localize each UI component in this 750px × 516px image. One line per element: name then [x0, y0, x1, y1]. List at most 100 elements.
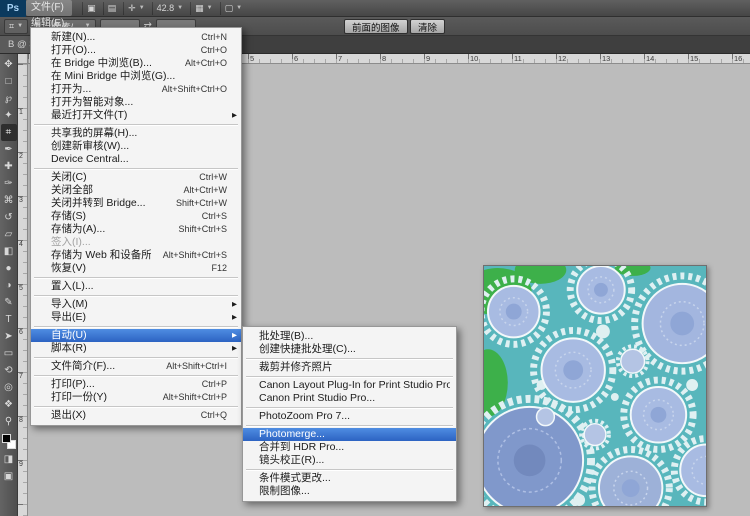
menu-item[interactable]: 退出(X)Ctrl+Q [31, 409, 241, 422]
menu-item[interactable]: 存储为 Web 和设备所用格式(D)...Alt+Shift+Ctrl+S [31, 249, 241, 262]
ruler-number: 11 [514, 54, 522, 63]
menu-item[interactable]: 置入(L)... [31, 280, 241, 293]
quick-mask-button[interactable]: ◨ [1, 451, 17, 468]
menu-item[interactable]: 文件简介(F)...Alt+Shift+Ctrl+I [31, 360, 241, 373]
menu-item[interactable]: 在 Mini Bridge 中浏览(G)... [31, 70, 241, 83]
hand-tool-icon[interactable]: ❖ [1, 396, 17, 413]
submenu-arrow-icon: ▶ [232, 109, 237, 122]
menu-item[interactable]: 恢复(V)F12 [31, 262, 241, 275]
menu-item-label: Device Central... [51, 153, 129, 166]
path-selection-tool-icon[interactable]: ➤ [1, 328, 17, 345]
bridge-icon[interactable]: ▣ [82, 2, 100, 15]
tool-preset-picker[interactable]: ⌗ ▼ [4, 19, 28, 34]
menu-item[interactable]: 关闭(C)Ctrl+W [31, 171, 241, 184]
menu-item[interactable]: 打开为智能对象... [31, 96, 241, 109]
foreground-color-swatch[interactable] [2, 434, 11, 443]
menu-item[interactable]: 镜头校正(R)... [243, 454, 456, 467]
menu-item-label: 创建快捷批处理(C)... [259, 343, 356, 356]
menu-item[interactable]: Canon Layout Plug-In for Print Studio Pr… [243, 379, 456, 392]
menu-item[interactable]: 创建快捷批处理(C)... [243, 343, 456, 356]
document-image[interactable] [483, 265, 707, 507]
dodge-tool-icon[interactable]: ◑ [1, 277, 17, 294]
menu-item-label: 创建新审核(W)... [51, 140, 129, 153]
menu-item[interactable]: Device Central... [31, 153, 241, 166]
ruler-number: 13 [602, 54, 610, 63]
ruler-number: 8 [19, 417, 23, 424]
menu-item-label: 导出(E) [51, 311, 86, 324]
menu-item-shortcut: Ctrl+Q [189, 409, 227, 422]
menu-item[interactable]: 创建新审核(W)... [31, 140, 241, 153]
ruler-number: 7 [19, 373, 23, 380]
move-tool-icon[interactable]: ✥ [1, 56, 17, 73]
menu-item[interactable]: 批处理(B)... [243, 330, 456, 343]
3d-rotate-tool-icon[interactable]: ⟲ [1, 362, 17, 379]
menu-item[interactable]: 关闭并转到 Bridge...Shift+Ctrl+W [31, 197, 241, 210]
pen-tool-icon[interactable]: ✎ [1, 294, 17, 311]
ruler-number: 3 [19, 197, 23, 204]
minibridge-icon[interactable]: ▤ [103, 2, 121, 15]
menu-item[interactable]: 打印一份(Y) Alt+Shift+Ctrl+P [31, 391, 241, 404]
crop-tool-icon[interactable]: ⌗ [1, 124, 17, 141]
front-image-button[interactable]: 前面的图像 [344, 19, 408, 34]
healing-brush-tool-icon[interactable]: ✚ [1, 158, 17, 175]
menu-item[interactable]: 新建(N)...Ctrl+N [31, 31, 241, 44]
menu-item[interactable]: 自动(U)▶ [31, 329, 241, 342]
menu-item[interactable]: 最近打开文件(T)▶ [31, 109, 241, 122]
brush-tool-icon[interactable]: ✑ [1, 175, 17, 192]
quick-selection-tool-icon[interactable]: ✦ [1, 107, 17, 124]
menu-item-label: 恢复(V) [51, 262, 86, 275]
menu-item-shortcut: Shift+Ctrl+W [164, 197, 227, 210]
menu-item[interactable]: Photomerge... [243, 428, 456, 441]
application-bar: ▣▤✛▼42.8▼▦▼ ▢▼ [82, 0, 246, 16]
menu-item[interactable]: 脚本(R)▶ [31, 342, 241, 355]
menu-item[interactable]: 限制图像... [243, 485, 456, 498]
menu-item-shortcut: Ctrl+W [187, 171, 227, 184]
3d-object-tool-icon[interactable]: ◎ [1, 379, 17, 396]
arrange-documents-icon[interactable]: ▦▼ [190, 2, 216, 15]
menu-item-label: 打开为... [51, 83, 91, 96]
menu-item[interactable]: 导入(M)▶ [31, 298, 241, 311]
zoom-level-field[interactable]: 42.8▼ [152, 2, 187, 15]
menubar-menu-0[interactable]: 文件(F) [26, 0, 72, 16]
menu-item[interactable]: PhotoZoom Pro 7... [243, 410, 456, 423]
lasso-tool-icon[interactable]: ℘ [1, 90, 17, 107]
menu-item[interactable]: 打印(P)...Ctrl+P [31, 378, 241, 391]
menu-item[interactable]: 共享我的屏幕(H)... [31, 127, 241, 140]
screen-mode-icon[interactable]: ▢▼ [220, 2, 246, 15]
ruler-number: 9 [426, 54, 430, 63]
clear-button[interactable]: 清除 [410, 19, 445, 34]
menu-item-shortcut: Alt+Shift+Ctrl+P [151, 391, 227, 404]
menu-item[interactable]: 打开(O)...Ctrl+O [31, 44, 241, 57]
menu-item[interactable]: 关闭全部Alt+Ctrl+W [31, 184, 241, 197]
menu-item-label: 批处理(B)... [259, 330, 313, 343]
eyedropper-tool-icon[interactable]: ✒ [1, 141, 17, 158]
menu-item[interactable]: 打开为...Alt+Shift+Ctrl+O [31, 83, 241, 96]
menu-item-label: 共享我的屏幕(H)... [51, 127, 137, 140]
screen-mode-button[interactable]: ▣ [1, 468, 17, 485]
menu-item-shortcut: Alt+Ctrl+O [173, 57, 227, 70]
submenu-arrow-icon: ▶ [232, 329, 237, 342]
menu-item[interactable]: 存储为(A)...Shift+Ctrl+S [31, 223, 241, 236]
blur-tool-icon[interactable]: ● [1, 260, 17, 277]
marquee-tool-icon[interactable]: □ [1, 73, 17, 90]
menu-item[interactable]: 存储(S)Ctrl+S [31, 210, 241, 223]
gradient-tool-icon[interactable]: ◧ [1, 243, 17, 260]
menu-item[interactable]: 导出(E)▶ [31, 311, 241, 324]
menu-item[interactable]: 裁剪并修齐照片 [243, 361, 456, 374]
type-tool-icon[interactable]: T [1, 311, 17, 328]
menu-item-label: 打印一份(Y) [51, 391, 107, 404]
shape-tool-icon[interactable]: ▭ [1, 345, 17, 362]
view-extras-icon[interactable]: ✛▼ [123, 2, 149, 15]
menu-item-shortcut: Alt+Ctrl+W [171, 184, 227, 197]
history-brush-tool-icon[interactable]: ↺ [1, 209, 17, 226]
menu-item-label: Canon Layout Plug-In for Print Studio Pr… [259, 379, 450, 392]
menu-item[interactable]: Canon Print Studio Pro... [243, 392, 456, 405]
eraser-tool-icon[interactable]: ▱ [1, 226, 17, 243]
menu-item[interactable]: 在 Bridge 中浏览(B)...Alt+Ctrl+O [31, 57, 241, 70]
zoom-tool-icon[interactable]: ⚲ [1, 413, 17, 430]
clone-stamp-tool-icon[interactable]: ⌘ [1, 192, 17, 209]
color-swatches[interactable] [2, 434, 16, 449]
menu-item-label: 置入(L)... [51, 280, 94, 293]
menu-item[interactable]: 条件模式更改... [243, 472, 456, 485]
menu-item[interactable]: 合并到 HDR Pro... [243, 441, 456, 454]
